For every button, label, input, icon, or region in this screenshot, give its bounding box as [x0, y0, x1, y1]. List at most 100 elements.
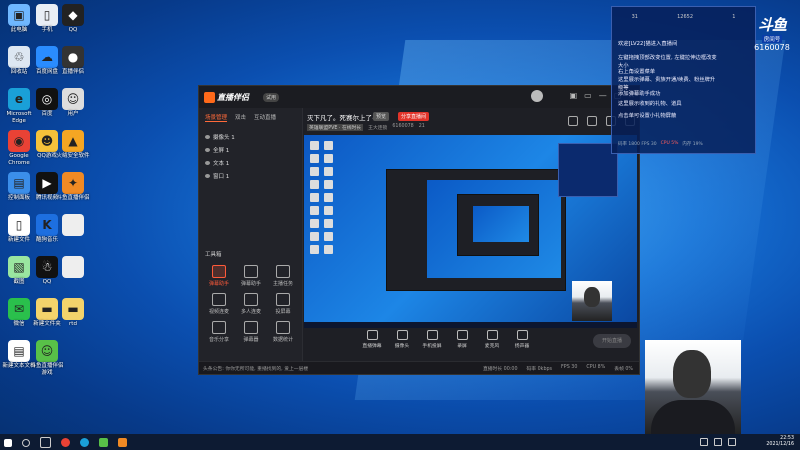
skin-icon[interactable]: ▣ [570, 91, 578, 100]
app-icon: ▣ [8, 4, 30, 26]
desktop-icon[interactable]: ☺ 斗鱼直播伴侣游戏 [30, 340, 64, 377]
ctrl-label: 手机投屏 [422, 344, 442, 349]
app-icon: ☻ [36, 130, 58, 152]
desktop-icon-label: 火绒安全软件 [56, 153, 90, 159]
scene-tabs: 场景管理 双击 互动直播 [199, 108, 302, 127]
tool-button[interactable]: 音乐分享 [203, 321, 235, 343]
source-item-fullscreen[interactable]: 全屏 1 [199, 143, 302, 156]
toolbox-grid: 弹幕助手 弹幕助手 主播任务 视频连麦 多人连麦 投屏幕 音乐分享 弹幕器 数据统计 [203, 265, 299, 343]
streaming-app-window[interactable]: 直播伴侣 试用 ▣ ▭ — ▢ ✕ 场景管理 双击 互动直播 摄像头 1 全屏 … [198, 85, 640, 375]
record-screen-button[interactable]: 录屏 [451, 330, 473, 349]
title-bar[interactable]: 直播伴侣 试用 ▣ ▭ — ▢ ✕ [199, 86, 639, 108]
status-notice[interactable]: 头条公告: 你你无所可能, 重播找到的, 爱上一层楼 [203, 365, 308, 372]
search-icon[interactable] [22, 438, 30, 447]
app-icon: ◆ [62, 4, 84, 26]
tool-button[interactable]: 弹幕器 [235, 321, 267, 343]
eye-icon[interactable] [205, 147, 210, 152]
danmaku-button[interactable]: 直播弹幕 [361, 330, 383, 349]
stat-item: 丢帧 0% [614, 366, 633, 372]
desktop-icon[interactable]: ✦ 斗鱼直播伴侣 [56, 172, 90, 202]
trial-badge: 试用 [263, 93, 280, 102]
network-icon[interactable] [700, 438, 708, 446]
desktop-icon-label: QQ [68, 27, 78, 33]
desktop-icon-label: 斗鱼直播伴侣 [56, 195, 90, 201]
stat-item: 直播时长 00:00 [482, 366, 518, 372]
chrome-icon[interactable] [61, 438, 70, 447]
minimize-button[interactable]: — [599, 91, 607, 100]
speaker-button[interactable]: 扬声器 [511, 330, 533, 349]
chat-line: 右上角设置菜单 [618, 69, 656, 75]
eye-icon[interactable] [205, 160, 210, 165]
task-view-icon[interactable] [40, 437, 51, 448]
desktop-icon[interactable]: ◆ QQ [56, 4, 90, 34]
volume-icon[interactable] [714, 438, 722, 446]
desktop-icon-label: 直播伴侣 [61, 69, 84, 75]
chat-line: 添加弹幕助手成功 [618, 91, 661, 97]
stream-stats: 直播时长 00:00 码率 0kbps FPS 30 CPU 8% 丢帧 0% [483, 365, 633, 372]
mini-mode-icon[interactable]: ▭ [584, 91, 592, 100]
eye-icon[interactable] [205, 173, 210, 178]
noble-count: 1 [732, 14, 736, 20]
chat-line: 欢迎[LV22]猫进入直播间 [618, 41, 678, 47]
room-title[interactable]: 灭下凡了。死赛尔上了~ [307, 112, 377, 122]
tool-button[interactable]: 弹幕助手 [203, 265, 235, 287]
go-live-button[interactable]: 开始直播 [593, 334, 631, 348]
desktop-icon[interactable]: ▬ rtd [56, 298, 90, 328]
taskbar-apps [4, 437, 127, 448]
stream-preview[interactable] [304, 135, 637, 328]
eye-icon[interactable] [205, 134, 210, 139]
tool-icon [276, 265, 290, 278]
stat-item: 码率 0kbps [526, 366, 553, 372]
app-icon: ▬ [62, 298, 84, 320]
desktop-icon[interactable]: ▲ 火绒安全软件 [56, 130, 90, 160]
desktop-icon[interactable]: ☺ 用户 [56, 88, 90, 118]
status-bar: 头条公告: 你你无所可能, 重播找到的, 爱上一层楼 直播时长 00:00 码率 … [199, 361, 639, 374]
category-label[interactable]: 英雄联盟PVE · 在线时长 [307, 124, 364, 131]
tool-icon [244, 265, 258, 278]
preview-tag[interactable]: 预览 [373, 112, 390, 121]
user-avatar[interactable] [531, 90, 543, 102]
windows-start-icon[interactable] [4, 438, 12, 447]
source-item-camera[interactable]: 摄像头 1 [199, 130, 302, 143]
tool-button[interactable]: 多人连麦 [235, 293, 267, 315]
app-logo: 直播伴侣 [204, 91, 249, 103]
source-label: 全屏 1 [213, 147, 230, 154]
desktop-icon[interactable]: ● 直播伴侣 [56, 46, 90, 76]
chat-line: 点击单可设置小礼物屏蔽 [618, 113, 677, 119]
tool-button[interactable]: 主播任务 [267, 265, 299, 287]
tab-interactive[interactable]: 互动直播 [254, 113, 276, 122]
ctrl-label: 扬声器 [514, 344, 530, 349]
tool-icon [212, 293, 226, 306]
windows-taskbar: 22:53 2021/12/16 [0, 434, 800, 450]
source-item-text[interactable]: 文本 1 [199, 156, 302, 169]
phone-cast-button[interactable]: 手机投屏 [421, 330, 443, 349]
danmaku-chat-overlay[interactable]: 31 12652 1 欢迎[LV22]猫进入直播间 左键拖拽顶部改变位置, 左键… [611, 6, 756, 154]
tab-scene-manage[interactable]: 场景管理 [205, 113, 228, 122]
desktop-icon[interactable] [56, 214, 90, 237]
desktop-icon-label: rtd [69, 321, 77, 327]
microphone-icon [486, 330, 498, 340]
tool-icon [276, 321, 290, 334]
input-method-icon[interactable] [728, 438, 736, 446]
tool-button[interactable]: 投屏幕 [267, 293, 299, 315]
edge-icon[interactable] [80, 438, 89, 447]
tool-label: 主播任务 [272, 281, 293, 287]
layout-icon[interactable] [587, 116, 597, 126]
desktop-icon-label: QQ [42, 279, 52, 285]
app-icon: ▬ [36, 298, 58, 320]
tool-button[interactable]: 数据统计 [267, 321, 299, 343]
game-icon[interactable] [99, 438, 108, 447]
streaming-app-icon[interactable] [118, 438, 127, 447]
clock-date: 2021/12/16 [766, 442, 794, 447]
nested-chat-preview [558, 143, 618, 197]
microphone-button[interactable]: 麦克风 [481, 330, 503, 349]
tool-button[interactable]: 视频连麦 [203, 293, 235, 315]
tool-button[interactable]: 弹幕助手 [235, 265, 267, 287]
desktop-icon[interactable] [56, 256, 90, 279]
record-icon[interactable] [568, 116, 578, 126]
taskbar-clock[interactable]: 22:53 2021/12/16 [766, 436, 794, 448]
tab-double[interactable]: 双击 [235, 113, 246, 122]
source-item-window[interactable]: 窗口 1 [199, 169, 302, 182]
share-room-button[interactable]: 分享直播间 [398, 112, 430, 121]
camera-button[interactable]: 摄像头 [391, 330, 413, 349]
